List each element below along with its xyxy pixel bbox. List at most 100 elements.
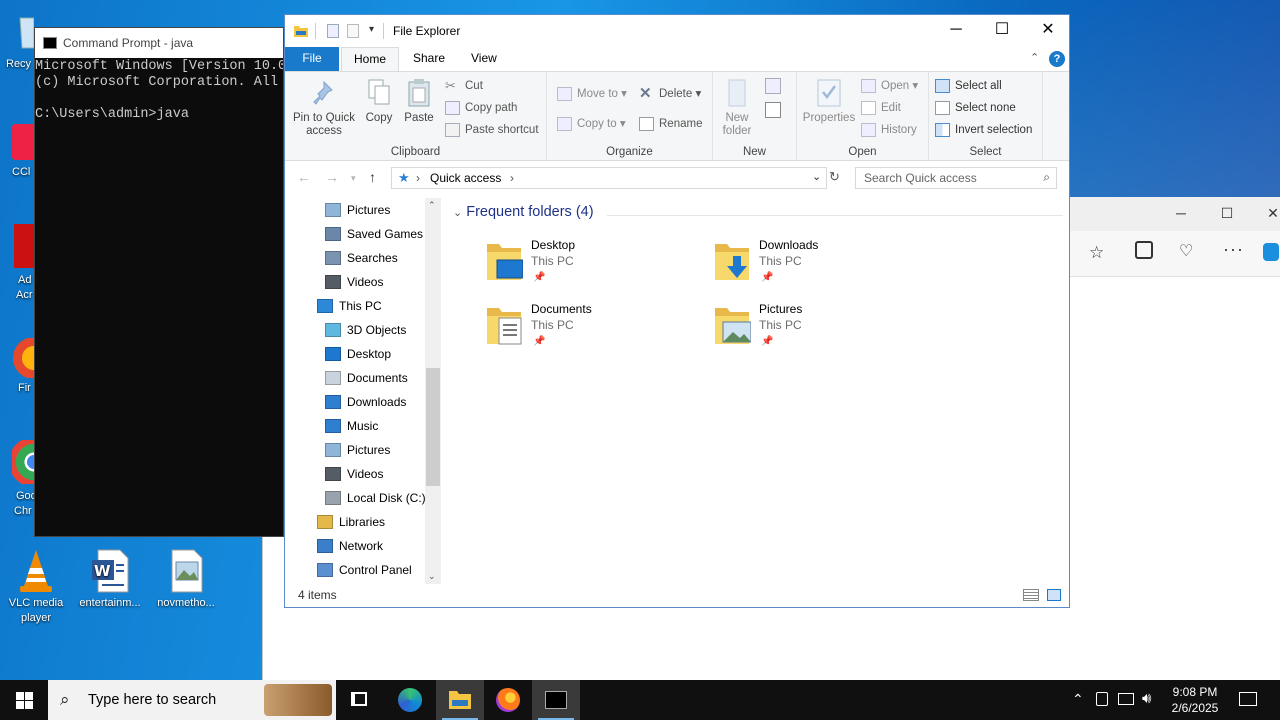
- nav-item[interactable]: Control Panel: [317, 559, 412, 581]
- nav-item[interactable]: Music: [325, 415, 378, 437]
- cut-button[interactable]: ✂ Cut: [445, 76, 483, 96]
- device-icon[interactable]: [1096, 692, 1108, 706]
- acrobat-desktop-icon[interactable]: [14, 224, 34, 268]
- close-button[interactable]: ✕: [1025, 15, 1071, 47]
- browser-essentials-icon[interactable]: ♡: [1179, 241, 1193, 261]
- folder-tile-desktop[interactable]: Desktop This PC 📌: [485, 238, 685, 298]
- taskbar-search-box[interactable]: ⌕ Type here to search: [48, 680, 336, 720]
- notifications-button[interactable]: [1236, 680, 1260, 720]
- copy-to-button[interactable]: Copy to ▾: [557, 114, 626, 134]
- vlc-desktop-icon[interactable]: VLC media player: [0, 548, 72, 626]
- details-view-icon[interactable]: [1023, 589, 1039, 601]
- tab-share[interactable]: Share: [401, 47, 457, 71]
- edge-minimize-button[interactable]: ─: [1158, 197, 1204, 229]
- edit-button[interactable]: Edit: [861, 98, 901, 118]
- nav-item[interactable]: Libraries: [317, 511, 385, 533]
- nav-item[interactable]: This PC: [317, 295, 382, 317]
- nav-item[interactable]: Downloads: [325, 391, 406, 413]
- folder-tile-downloads[interactable]: Downloads This PC 📌: [713, 238, 913, 298]
- nav-item[interactable]: Documents: [325, 367, 408, 389]
- properties-button[interactable]: Properties: [801, 78, 857, 125]
- minimize-button[interactable]: ─: [933, 15, 979, 47]
- group-header[interactable]: ⌄ Frequent folders (4): [453, 204, 594, 220]
- scroll-up-icon[interactable]: ⌃: [428, 200, 436, 211]
- select-none-button[interactable]: Select none: [935, 98, 1016, 118]
- nav-scrollbar[interactable]: ⌃ ⌄: [425, 198, 441, 584]
- nav-item[interactable]: 3D Objects: [325, 319, 406, 341]
- open-button[interactable]: Open ▾: [861, 76, 918, 96]
- paste-shortcut-button[interactable]: Paste shortcut: [445, 120, 539, 140]
- recycle-bin-desktop-icon[interactable]: [0, 8, 35, 60]
- word-doc-desktop-icon[interactable]: W entertainm...: [74, 548, 146, 611]
- pin-to-quick-access-button[interactable]: Pin to Quick access: [289, 78, 359, 138]
- nav-item[interactable]: Videos: [325, 463, 383, 485]
- nav-item[interactable]: Videos: [325, 271, 383, 293]
- history-button[interactable]: History: [861, 120, 917, 140]
- copilot-icon[interactable]: [1263, 243, 1279, 261]
- folder-tile-documents[interactable]: Documents This PC 📌: [485, 302, 685, 362]
- breadcrumb-quick-access[interactable]: Quick access: [430, 171, 501, 185]
- taskbar-edge[interactable]: [386, 680, 434, 720]
- ccleaner-desktop-icon[interactable]: [12, 124, 34, 160]
- paste-button[interactable]: Paste: [401, 78, 437, 125]
- nav-item[interactable]: Desktop: [325, 343, 391, 365]
- task-view-button[interactable]: [336, 680, 384, 720]
- select-all-button[interactable]: Select all: [935, 76, 1002, 96]
- qat-new-folder-icon[interactable]: [347, 24, 359, 38]
- explorer-title-bar[interactable]: ▾ File Explorer ─ ☐ ✕: [285, 15, 1069, 47]
- nav-item[interactable]: Local Disk (C:): [325, 487, 426, 509]
- collections-icon[interactable]: [1135, 241, 1153, 259]
- taskbar-file-explorer[interactable]: [436, 680, 484, 720]
- nav-item[interactable]: Pictures: [325, 199, 390, 221]
- large-icons-view-icon[interactable]: [1047, 589, 1061, 601]
- navigation-pane[interactable]: Pictures Saved Games Searches Videos This PC…: [285, 198, 441, 584]
- tab-file[interactable]: File: [285, 47, 339, 71]
- collapse-ribbon-icon[interactable]: ⌃: [1030, 51, 1039, 64]
- show-hidden-icons-chevron[interactable]: ⌃: [1072, 691, 1084, 708]
- cmd-console-output[interactable]: Microsoft Windows [Version 10.0 (c) Micro…: [35, 58, 283, 123]
- content-pane[interactable]: ⌄ Frequent folders (4) Desktop This PC 📌 …: [447, 198, 1069, 584]
- maximize-button[interactable]: ☐: [979, 15, 1025, 47]
- firefox-desktop-icon[interactable]: [12, 338, 34, 378]
- nav-item[interactable]: Network: [317, 535, 383, 557]
- move-to-button[interactable]: Move to ▾: [557, 84, 627, 104]
- taskbar-command-prompt[interactable]: [532, 680, 580, 720]
- taskbar-firefox[interactable]: [484, 680, 532, 720]
- nav-item[interactable]: Pictures: [325, 439, 390, 461]
- scrollbar-thumb[interactable]: [426, 368, 440, 486]
- copy-path-button[interactable]: Copy path: [445, 98, 517, 118]
- easy-access-icon[interactable]: [765, 102, 781, 118]
- file-explorer-window[interactable]: ▾ File Explorer ─ ☐ ✕ File Home Share Vi…: [284, 14, 1070, 608]
- qat-customize-dropdown-icon[interactable]: ▾: [369, 24, 374, 35]
- search-highlight-icon[interactable]: [264, 684, 332, 716]
- new-item-icon[interactable]: [765, 78, 781, 94]
- address-dropdown-icon[interactable]: ⌄: [812, 170, 821, 183]
- address-bar[interactable]: ★ › Quick access › ⌄: [391, 167, 827, 189]
- tab-home[interactable]: Home: [341, 47, 400, 71]
- refresh-icon[interactable]: ↻: [829, 169, 840, 185]
- nav-item[interactable]: Searches: [325, 247, 398, 269]
- up-arrow-icon[interactable]: ↑: [369, 169, 376, 185]
- help-icon[interactable]: ?: [1049, 51, 1065, 67]
- nav-item[interactable]: Saved Games: [325, 223, 423, 245]
- copy-button[interactable]: Copy: [361, 78, 397, 125]
- scroll-down-icon[interactable]: ⌄: [428, 571, 436, 582]
- qat-properties-icon[interactable]: [327, 24, 339, 38]
- image-file-desktop-icon[interactable]: novmetho...: [150, 548, 222, 611]
- new-folder-button[interactable]: New folder: [717, 78, 757, 138]
- edge-close-button[interactable]: ✕: [1250, 197, 1280, 229]
- network-icon[interactable]: [1118, 693, 1134, 705]
- volume-icon[interactable]: 🔊︎: [1142, 690, 1151, 707]
- rename-button[interactable]: Rename: [639, 114, 702, 134]
- search-input[interactable]: Search Quick access ⌕: [855, 167, 1057, 189]
- back-arrow-icon[interactable]: ←: [297, 169, 311, 185]
- more-options-icon[interactable]: ···: [1223, 239, 1244, 260]
- start-button[interactable]: [0, 680, 48, 720]
- command-prompt-window[interactable]: Command Prompt - java Microsoft Windows …: [34, 27, 284, 537]
- clock[interactable]: 9:08 PM 2/6/2025: [1164, 684, 1226, 716]
- tab-view[interactable]: View: [459, 47, 509, 71]
- breadcrumb-chevron-icon[interactable]: ›: [416, 171, 420, 185]
- forward-arrow-icon[interactable]: →: [325, 169, 339, 185]
- breadcrumb-chevron-icon[interactable]: ›: [510, 171, 514, 185]
- invert-selection-button[interactable]: Invert selection: [935, 120, 1032, 140]
